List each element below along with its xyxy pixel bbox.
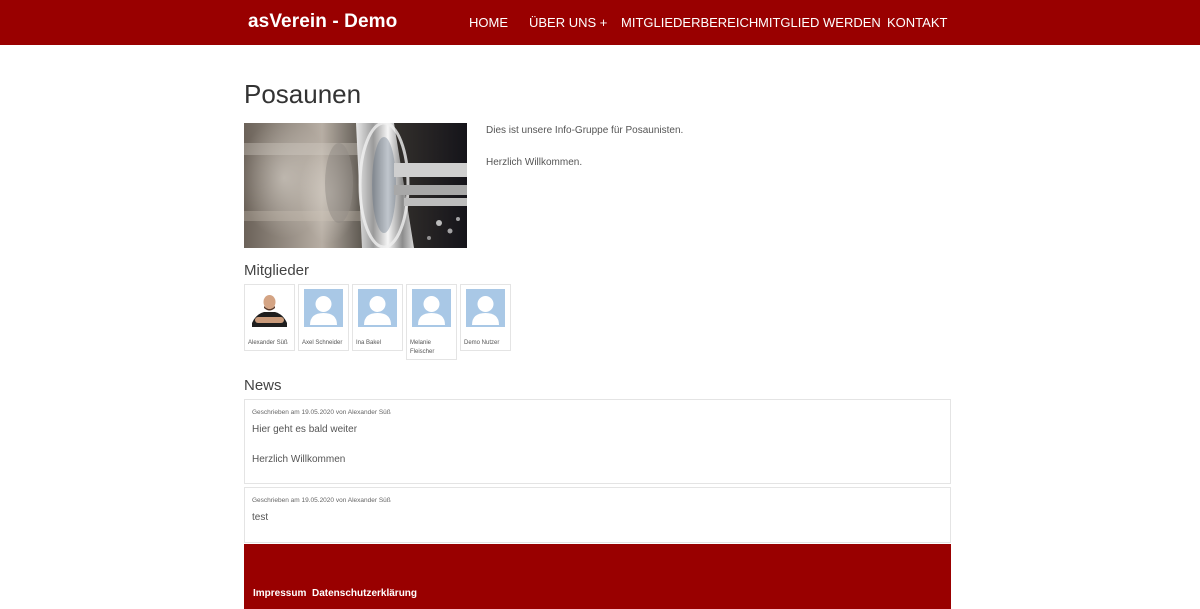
members-heading: Mitglieder <box>244 262 310 279</box>
intro-line: Dies ist unsere Info-Gruppe für Posaunis… <box>486 125 684 136</box>
footer: Impressum Datenschutzerklärung <box>244 544 951 609</box>
page-title: Posaunen <box>244 79 362 109</box>
member-name: Melanie Fleischer <box>410 340 435 355</box>
news-paragraph: Herzlich Willkommen <box>252 454 346 465</box>
avatar <box>358 289 397 327</box>
group-intro: Dies ist unsere Info-Gruppe für Posaunis… <box>486 125 683 189</box>
avatar <box>412 289 451 327</box>
news-paragraph: Hier geht es bald weiter <box>252 424 358 435</box>
news-meta: Geschrieben am 19.05.2020 von Alexander … <box>252 409 391 416</box>
avatar <box>466 289 505 327</box>
news-meta: Geschrieben am 19.05.2020 von Alexander … <box>252 497 391 504</box>
news-item: Geschrieben am 19.05.2020 von Alexander … <box>244 399 951 484</box>
trombone-photo-icon <box>244 123 467 248</box>
member-card[interactable]: Ina Bakel <box>352 284 403 351</box>
member-card[interactable]: Axel Schneider <box>298 284 349 351</box>
news-body: Hier geht es bald weiter Herzlich Willko… <box>252 424 357 484</box>
member-card[interactable]: Melanie Fleischer <box>406 284 457 360</box>
person-photo-icon <box>250 289 289 327</box>
user-placeholder-icon <box>304 289 343 327</box>
avatar <box>250 289 289 327</box>
footer-link-datenschutz[interactable]: Datenschutzerklärung <box>312 588 417 599</box>
member-card[interactable]: Demo Nutzer <box>460 284 511 351</box>
group-photo <box>244 123 467 248</box>
nav-item-mitgliederbereich[interactable]: MITGLIEDERBEREICH <box>621 15 758 30</box>
user-placeholder-icon <box>466 289 505 327</box>
member-name: Axel Schneider <box>302 340 343 346</box>
member-name: Ina Bakel <box>356 340 382 346</box>
member-name: Alexander Süß <box>248 340 288 346</box>
news-paragraph: test <box>252 512 269 523</box>
user-placeholder-icon <box>358 289 397 327</box>
news-heading: News <box>244 377 282 394</box>
avatar <box>304 289 343 327</box>
nav-item-kontakt[interactable]: KONTAKT <box>887 15 947 30</box>
top-navigation-bar: asVerein - Demo HOME ÜBER UNS + MITGLIED… <box>0 0 1200 45</box>
news-item: Geschrieben am 19.05.2020 von Alexander … <box>244 487 951 543</box>
footer-link-impressum[interactable]: Impressum <box>253 588 306 599</box>
nav-item-ueber-uns[interactable]: ÜBER UNS + <box>529 15 607 30</box>
news-body: test <box>252 512 268 542</box>
main-navigation: HOME ÜBER UNS + MITGLIEDERBEREICH MITGLI… <box>0 15 1200 31</box>
member-card[interactable]: Alexander Süß <box>244 284 295 351</box>
intro-line: Herzlich Willkommen. <box>486 157 583 168</box>
nav-item-mitglied-werden[interactable]: MITGLIED WERDEN <box>758 15 881 30</box>
member-name: Demo Nutzer <box>464 340 500 346</box>
user-placeholder-icon <box>412 289 451 327</box>
nav-item-home[interactable]: HOME <box>469 15 508 30</box>
